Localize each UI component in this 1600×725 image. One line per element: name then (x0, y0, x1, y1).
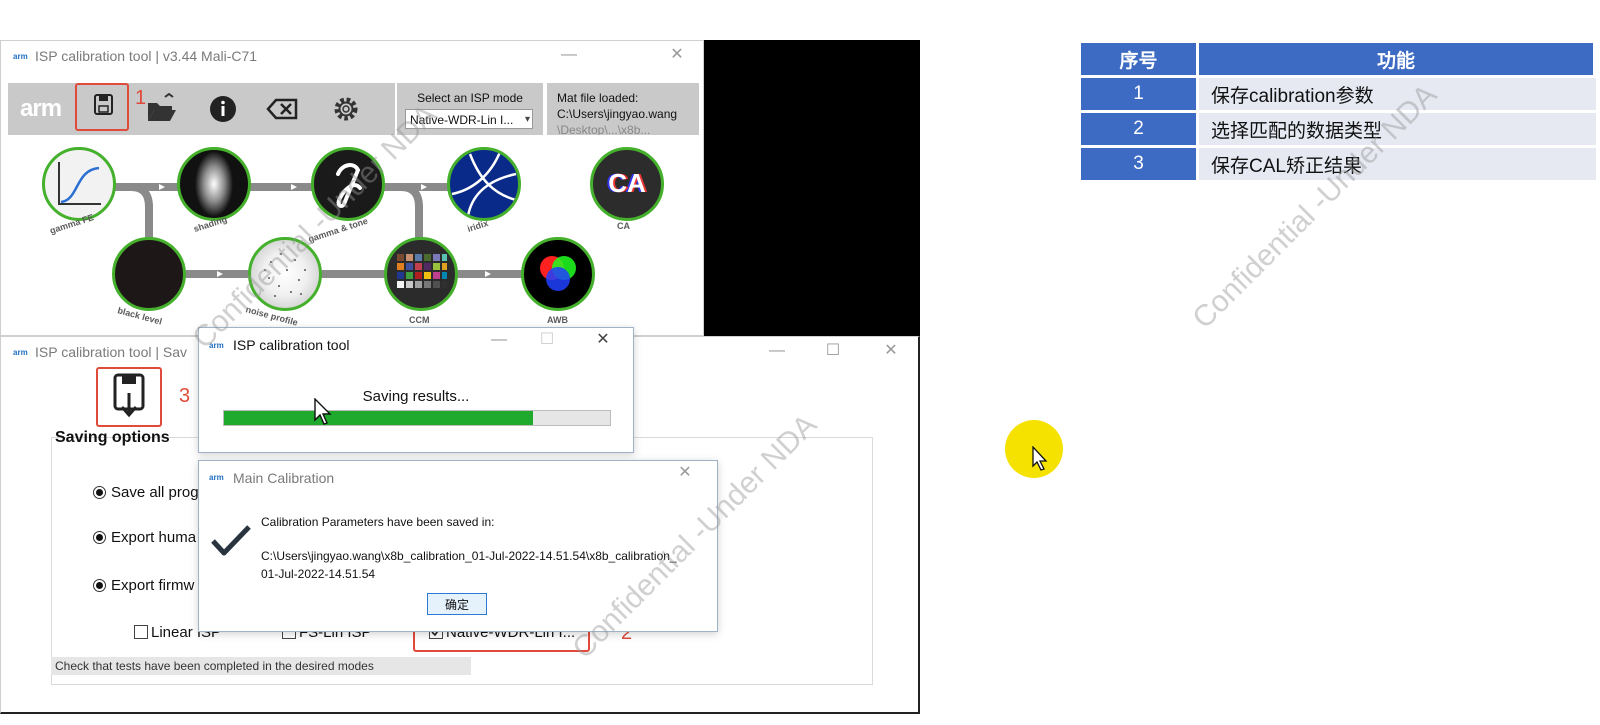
saved-message: Calibration Parameters have been saved i… (261, 515, 495, 529)
arm-mini-logo: arm (209, 341, 224, 350)
table-row: 1 保存calibration参数 (1081, 78, 1596, 110)
export-firmware-label: Export firmw (111, 577, 195, 594)
radio-selected-icon (93, 531, 106, 544)
header-index: 序号 (1081, 43, 1199, 75)
close-button[interactable]: ✕ (879, 341, 903, 361)
radio-selected-icon (93, 579, 106, 592)
ca-label: CA (617, 221, 630, 231)
mouse-cursor-icon (314, 398, 332, 425)
export-human-label: Export huma (111, 529, 197, 546)
maximize-button[interactable]: ☐ (821, 341, 845, 361)
save-results-button[interactable] (96, 367, 162, 427)
main-dialog-title: Main Calibration (233, 470, 335, 486)
progress-bar-fill (224, 411, 533, 425)
save-download-icon (113, 373, 145, 418)
checkbox-empty-icon (134, 625, 148, 639)
row-index: 3 (1081, 148, 1199, 180)
ccm-label: CCM (409, 315, 430, 325)
awb-label: AWB (547, 315, 568, 325)
row-index: 1 (1081, 78, 1199, 110)
close-button[interactable]: ✕ (591, 330, 615, 350)
row-index: 2 (1081, 113, 1199, 145)
gamma-curve-icon (58, 162, 101, 205)
black-background-area (704, 40, 920, 336)
radio-selected-icon (93, 486, 106, 499)
ca-node[interactable]: CA (590, 147, 664, 221)
minimize-button[interactable]: — (765, 341, 789, 361)
awb-node[interactable] (521, 237, 595, 311)
row-function: 保存CAL矫正结果 (1199, 148, 1596, 180)
step-3-label: 3 (179, 385, 191, 407)
mouse-cursor-icon (1032, 446, 1048, 471)
function-table: 序号 功能 1 保存calibration参数 2 选择匹配的数据类型 3 保存… (1081, 40, 1596, 183)
ok-button[interactable]: 确定 (427, 593, 487, 615)
rgb-circles-icon (540, 256, 576, 291)
status-bar: Check that tests have been completed in … (51, 657, 471, 675)
black-level-node[interactable] (112, 237, 186, 311)
iridix-icon (451, 151, 517, 217)
export-human-radio[interactable]: Export huma (93, 529, 196, 546)
iridix-node[interactable] (447, 147, 521, 221)
table-row: 2 选择匹配的数据类型 (1081, 113, 1596, 145)
export-firmware-radio[interactable]: Export firmw (93, 577, 194, 594)
shading-node[interactable] (177, 147, 251, 221)
gamma-symbol-icon (336, 163, 362, 208)
saving-options-heading: Saving options (55, 429, 170, 446)
isp-tool-main-window: arm ISP calibration tool | v3.44 Mali-C7… (0, 40, 704, 336)
table-row: 3 保存CAL矫正结果 (1081, 148, 1596, 180)
gamma-fe-node[interactable] (42, 147, 116, 221)
row-function: 选择匹配的数据类型 (1199, 113, 1596, 145)
save-all-radio[interactable]: Save all prog (93, 484, 199, 501)
save-all-label: Save all prog (111, 484, 199, 501)
row-function: 保存calibration参数 (1199, 78, 1596, 110)
arm-mini-logo: arm (13, 348, 28, 357)
color-checker-icon (397, 254, 447, 288)
ccm-node[interactable] (384, 237, 458, 311)
table-header-row: 序号 功能 (1081, 43, 1596, 75)
saved-path-line-2: 01-Jul-2022-14.51.54 (261, 567, 376, 581)
checkmark-icon (211, 525, 251, 556)
noise-profile-node[interactable] (248, 237, 322, 311)
saving-progress-dialog: arm ISP calibration tool — ☐ ✕ Saving re… (198, 327, 634, 453)
close-button[interactable]: ✕ (673, 463, 697, 483)
maximize-button: ☐ (539, 331, 555, 348)
save-window-title: ISP calibration tool | Sav (35, 344, 188, 360)
header-function: 功能 (1199, 43, 1596, 75)
noise-texture-icon (264, 253, 306, 297)
progress-dialog-title: ISP calibration tool (233, 337, 350, 353)
gamma-tone-node[interactable] (311, 147, 385, 221)
ca-node-text: CA (608, 168, 646, 198)
main-calibration-dialog: arm Main Calibration ✕ Calibration Param… (198, 460, 718, 632)
arm-mini-logo: arm (209, 473, 224, 482)
minimize-button[interactable]: — (487, 330, 511, 350)
saved-path-line-1: C:\Users\jingyao.wang\x8b_calibration_01… (261, 549, 677, 563)
progress-message: Saving results... (362, 388, 470, 405)
progress-bar (223, 410, 611, 426)
